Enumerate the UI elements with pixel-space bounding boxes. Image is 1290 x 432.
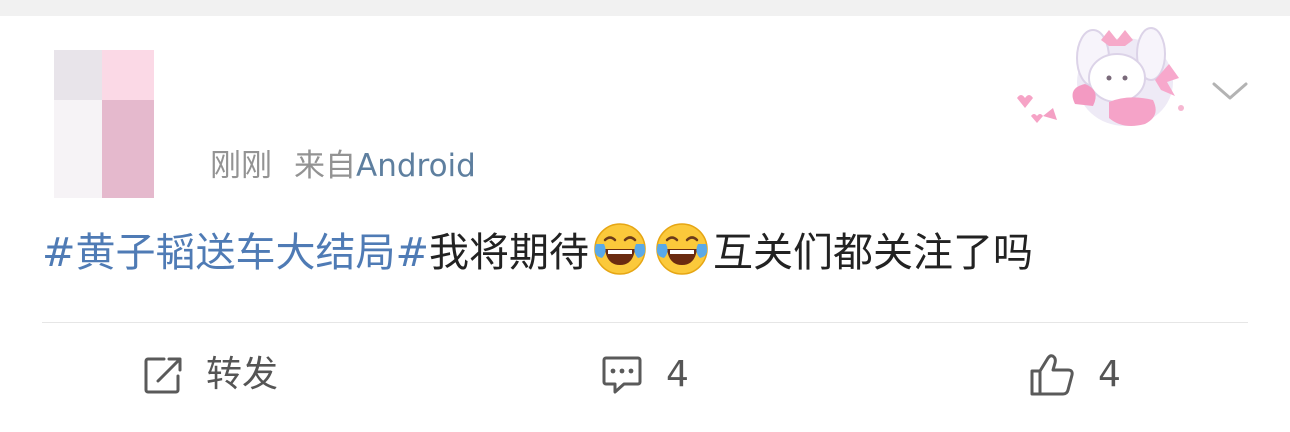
- chevron-down-icon[interactable]: [1210, 78, 1250, 104]
- post-time: 刚刚: [210, 148, 272, 184]
- post-source[interactable]: Android: [356, 148, 476, 184]
- like-count: 4: [1098, 354, 1121, 395]
- comment-button[interactable]: 4: [600, 350, 689, 400]
- avatar-tile: [54, 100, 104, 198]
- avatar-tile: [54, 50, 104, 100]
- card-decoration-sticker: [1017, 27, 1184, 126]
- avatar-tile: [102, 100, 154, 198]
- comment-icon: [602, 356, 642, 394]
- repost-label: 转发: [206, 354, 279, 395]
- topic-link[interactable]: #黄子韬送车大结局#: [42, 230, 429, 276]
- divider: [42, 322, 1248, 323]
- post-meta: 刚刚 来自Android: [210, 144, 476, 188]
- laughing-tears-emoji-icon: [594, 223, 646, 275]
- repost-button[interactable]: 转发: [142, 350, 278, 400]
- comment-count: 4: [666, 354, 689, 395]
- post-text-after: 互关们都关注了吗: [713, 230, 1034, 276]
- post-text-before: 我将期待: [429, 230, 590, 276]
- post-content: #黄子韬送车大结局#我将期待 互关们都关注了吗: [42, 222, 1033, 284]
- like-button[interactable]: 4: [1028, 350, 1121, 400]
- top-separator-strip: [0, 0, 1290, 16]
- repost-icon: [144, 357, 182, 394]
- thumbs-up-icon: [1030, 354, 1074, 396]
- avatar-tile: [102, 50, 154, 100]
- avatar[interactable]: [46, 50, 154, 198]
- source-prefix: 来自: [294, 148, 356, 184]
- laughing-tears-emoji-icon: [656, 223, 708, 275]
